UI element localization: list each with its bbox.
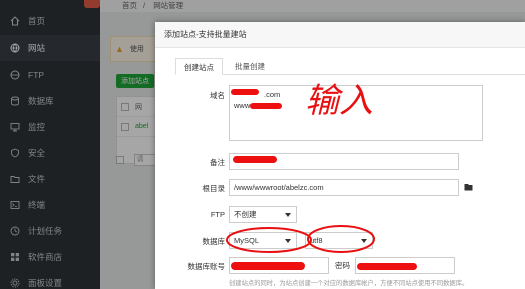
redaction-mark xyxy=(250,103,282,109)
root-dir-input[interactable]: /www/wwwroot/abelzc.com xyxy=(229,179,459,196)
chevron-down-icon xyxy=(285,239,291,243)
chevron-down-icon xyxy=(361,239,367,243)
db-account-label: 数据库账号 xyxy=(187,262,226,271)
database-label: 数据库 xyxy=(202,237,226,246)
dialog-tabs: 创建站点 批量创建 xyxy=(175,58,525,75)
root-dir-label: 根目录 xyxy=(202,184,226,193)
ftp-label: FTP xyxy=(210,210,225,219)
add-site-dialog: 添加站点-支持批量建站 创建站点 批量创建 域名 .com www. .com … xyxy=(155,22,525,289)
db-hint-text: 创建站点的同时，为站点创建一个对应的数据库帐户，方便不同站点使用不同数据库。 xyxy=(229,280,469,287)
note-label: 备注 xyxy=(210,158,225,167)
domain-line-1: .com xyxy=(264,90,281,99)
dialog-title: 添加站点-支持批量建站 xyxy=(155,22,525,48)
redaction-mark xyxy=(233,156,277,163)
tab-batch-create[interactable]: 批量创建 xyxy=(225,58,275,75)
folder-open-icon[interactable] xyxy=(464,182,474,192)
ftp-select-value: 不创建 xyxy=(234,210,257,219)
redaction-mark xyxy=(357,263,417,270)
chevron-down-icon xyxy=(285,213,291,217)
domain-textarea[interactable]: .com www. .com xyxy=(229,85,483,141)
redaction-mark xyxy=(231,262,305,270)
password-label: 密码 xyxy=(335,261,350,270)
domain-label: 域名 xyxy=(210,91,225,100)
database-type-value: MySQL xyxy=(234,236,260,245)
ftp-select[interactable]: 不创建 xyxy=(229,206,297,223)
tab-create-site[interactable]: 创建站点 xyxy=(175,58,223,75)
redaction-mark xyxy=(231,89,259,95)
charset-value: utf8 xyxy=(310,236,323,245)
database-type-select[interactable]: MySQL xyxy=(229,232,297,249)
charset-select[interactable]: utf8 xyxy=(305,232,373,249)
